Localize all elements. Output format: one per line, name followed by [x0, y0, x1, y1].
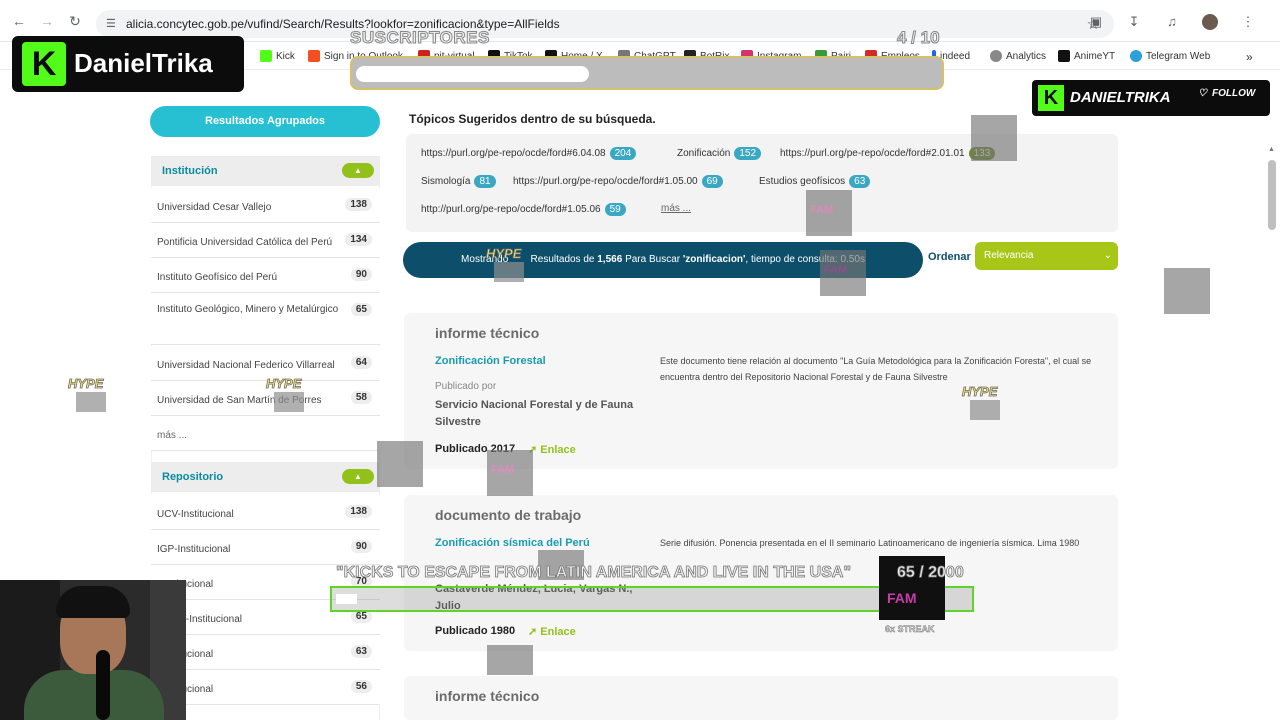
streamer-name: DanielTrika — [74, 48, 213, 78]
record-year: Publicado 1980 — [435, 625, 516, 637]
chevron-down-icon: ⌄ — [1103, 250, 1112, 261]
result-card: informe técnico — [404, 676, 1118, 720]
facet-item-institution[interactable]: Universidad Cesar Vallejo 138 — [151, 188, 380, 223]
record-type: informe técnico — [435, 325, 540, 341]
fam-emote — [1164, 268, 1210, 314]
collapse-toggle-icon[interactable]: ▲ — [342, 469, 374, 484]
topic-link[interactable]: https://purl.org/pe-repo/ocde/ford#6.04.… — [421, 147, 637, 160]
fam-emote: FAM — [487, 450, 533, 496]
address-url[interactable]: alicia.concytec.gob.pe/vufind/Search/Res… — [126, 17, 560, 31]
arrow-link-icon: ➚ — [528, 626, 538, 638]
hype-emote: HYPE — [266, 376, 312, 416]
menu-icon[interactable]: ⋮ — [1240, 14, 1256, 30]
kicks-goal-bar — [330, 586, 974, 612]
media-icon[interactable]: ♫ — [1164, 14, 1180, 30]
record-type: informe técnico — [435, 688, 540, 704]
download-icon[interactable]: ↧ — [1126, 14, 1142, 30]
kick-logo-icon: K — [1038, 85, 1064, 111]
subs-goal-bar — [350, 56, 944, 90]
record-description: Este documento tiene relación al documen… — [660, 356, 1092, 382]
subs-goal-count: 4 / 10 — [897, 28, 941, 48]
bookmark-item[interactable]: AnimeYT — [1058, 50, 1115, 62]
streak-label: 6x STREAK — [885, 624, 935, 635]
page-scrollbar[interactable] — [1268, 160, 1276, 230]
follow-button: ♡ FOLLOW — [1198, 88, 1256, 99]
topic-link[interactable]: Sismología 81 — [421, 175, 496, 188]
facet-item-institution[interactable]: Instituto Geológico, Minero y Metalúrgic… — [151, 293, 380, 345]
kicks-goal-fill — [336, 594, 357, 604]
result-card: informe técnico Zonificación Forestal Es… — [404, 313, 1118, 469]
topic-link[interactable]: Zonificación 152 — [677, 147, 762, 160]
topic-link[interactable]: Estudios geofísicos 63 — [759, 175, 871, 188]
topic-link[interactable]: https://purl.org/pe-repo/ocde/ford#1.05.… — [513, 175, 723, 188]
facet-item-institution[interactable]: Pontificia Universidad Católica del Perú… — [151, 223, 380, 258]
follow-banner: K DANIELTRIKA ♡ FOLLOW — [1032, 80, 1270, 116]
sort-label: Ordenar — [928, 251, 971, 263]
reload-icon[interactable]: ↻ — [66, 12, 84, 30]
record-link[interactable]: ➚ Enlace — [528, 443, 576, 456]
facet-header-repository[interactable]: Repositorio ▲ — [151, 462, 380, 492]
topic-link[interactable]: https://purl.org/pe-repo/ocde/ford#2.01.… — [780, 147, 996, 160]
back-icon[interactable]: ← — [10, 12, 28, 30]
more-bookmarks-icon[interactable]: » — [1246, 50, 1253, 64]
kicks-goal-label: "KICKS TO ESCAPE FROM LATIN AMERICA AND … — [336, 564, 852, 582]
facet-more-link[interactable]: más ... — [151, 416, 380, 451]
follow-streamer-name: DANIELTRIKA — [1070, 89, 1171, 106]
hype-emote: HYPE — [962, 384, 1008, 424]
facet-header-institution[interactable]: Institución ▲ — [151, 156, 380, 186]
facet-item-institution[interactable]: Instituto Geofísico del Perú 90 — [151, 258, 380, 293]
fam-emote — [487, 645, 533, 675]
record-title-link[interactable]: Zonificación sísmica del Perú — [435, 537, 590, 549]
published-by-label: Publicado por — [435, 381, 497, 392]
record-type: documento de trabajo — [435, 507, 582, 523]
record-title-link[interactable]: Zonificación Forestal — [435, 355, 546, 367]
record-link[interactable]: ➚ Enlace — [528, 625, 576, 638]
fam-emote: FAM — [820, 250, 866, 296]
extensions-icon[interactable]: ▣ — [1088, 14, 1104, 30]
hype-emote: HYPE — [68, 376, 114, 416]
facet-item-repository[interactable]: IGP-Institucional 90 — [151, 530, 380, 565]
record-description: Serie difusión. Ponencia presentada en e… — [660, 538, 1080, 548]
bookmark-item[interactable]: Analytics — [990, 50, 1046, 62]
fam-emote — [971, 115, 1017, 161]
hype-emote: HYPE — [486, 246, 532, 286]
fam-emote — [377, 441, 423, 487]
topics-more-link[interactable]: más ... — [661, 203, 691, 214]
collapse-toggle-icon[interactable]: ▲ — [342, 163, 374, 178]
streamer-brand: K DanielTrika — [12, 36, 244, 92]
kick-logo-icon: K — [22, 42, 66, 86]
heart-icon: ♡ — [1198, 88, 1207, 99]
scroll-up-icon[interactable]: ▲ — [1268, 146, 1275, 153]
webcam-feed — [0, 580, 186, 720]
bookmark-item[interactable]: Kick — [260, 50, 295, 62]
fam-emote: FAM — [806, 190, 852, 236]
subs-goal-fill — [356, 66, 589, 82]
kicks-goal-count: 65 / 2000 — [897, 564, 965, 582]
facet-item-repository[interactable]: UCV-Institucional 138 — [151, 495, 380, 530]
address-bar[interactable]: ☰ alicia.concytec.gob.pe/vufind/Search/R… — [96, 10, 1114, 38]
bookmark-item[interactable]: Telegram Web — [1130, 50, 1210, 62]
sort-select[interactable]: Relevancia ⌄ — [975, 242, 1118, 270]
grouped-results-button[interactable]: Resultados Agrupados — [150, 106, 380, 137]
profile-avatar[interactable] — [1202, 14, 1218, 30]
topic-link[interactable]: http://purl.org/pe-repo/ocde/ford#1.05.0… — [421, 203, 626, 216]
record-publisher: Servicio Nacional Forestal y de Fauna Si… — [435, 399, 634, 428]
site-info-icon[interactable]: ☰ — [106, 17, 120, 31]
forward-icon[interactable]: → — [38, 12, 56, 30]
suggested-topics-title: Tópicos Sugeridos dentro de su búsqueda. — [409, 112, 656, 126]
subs-goal-label: SUSCRIPTORES — [350, 28, 490, 48]
